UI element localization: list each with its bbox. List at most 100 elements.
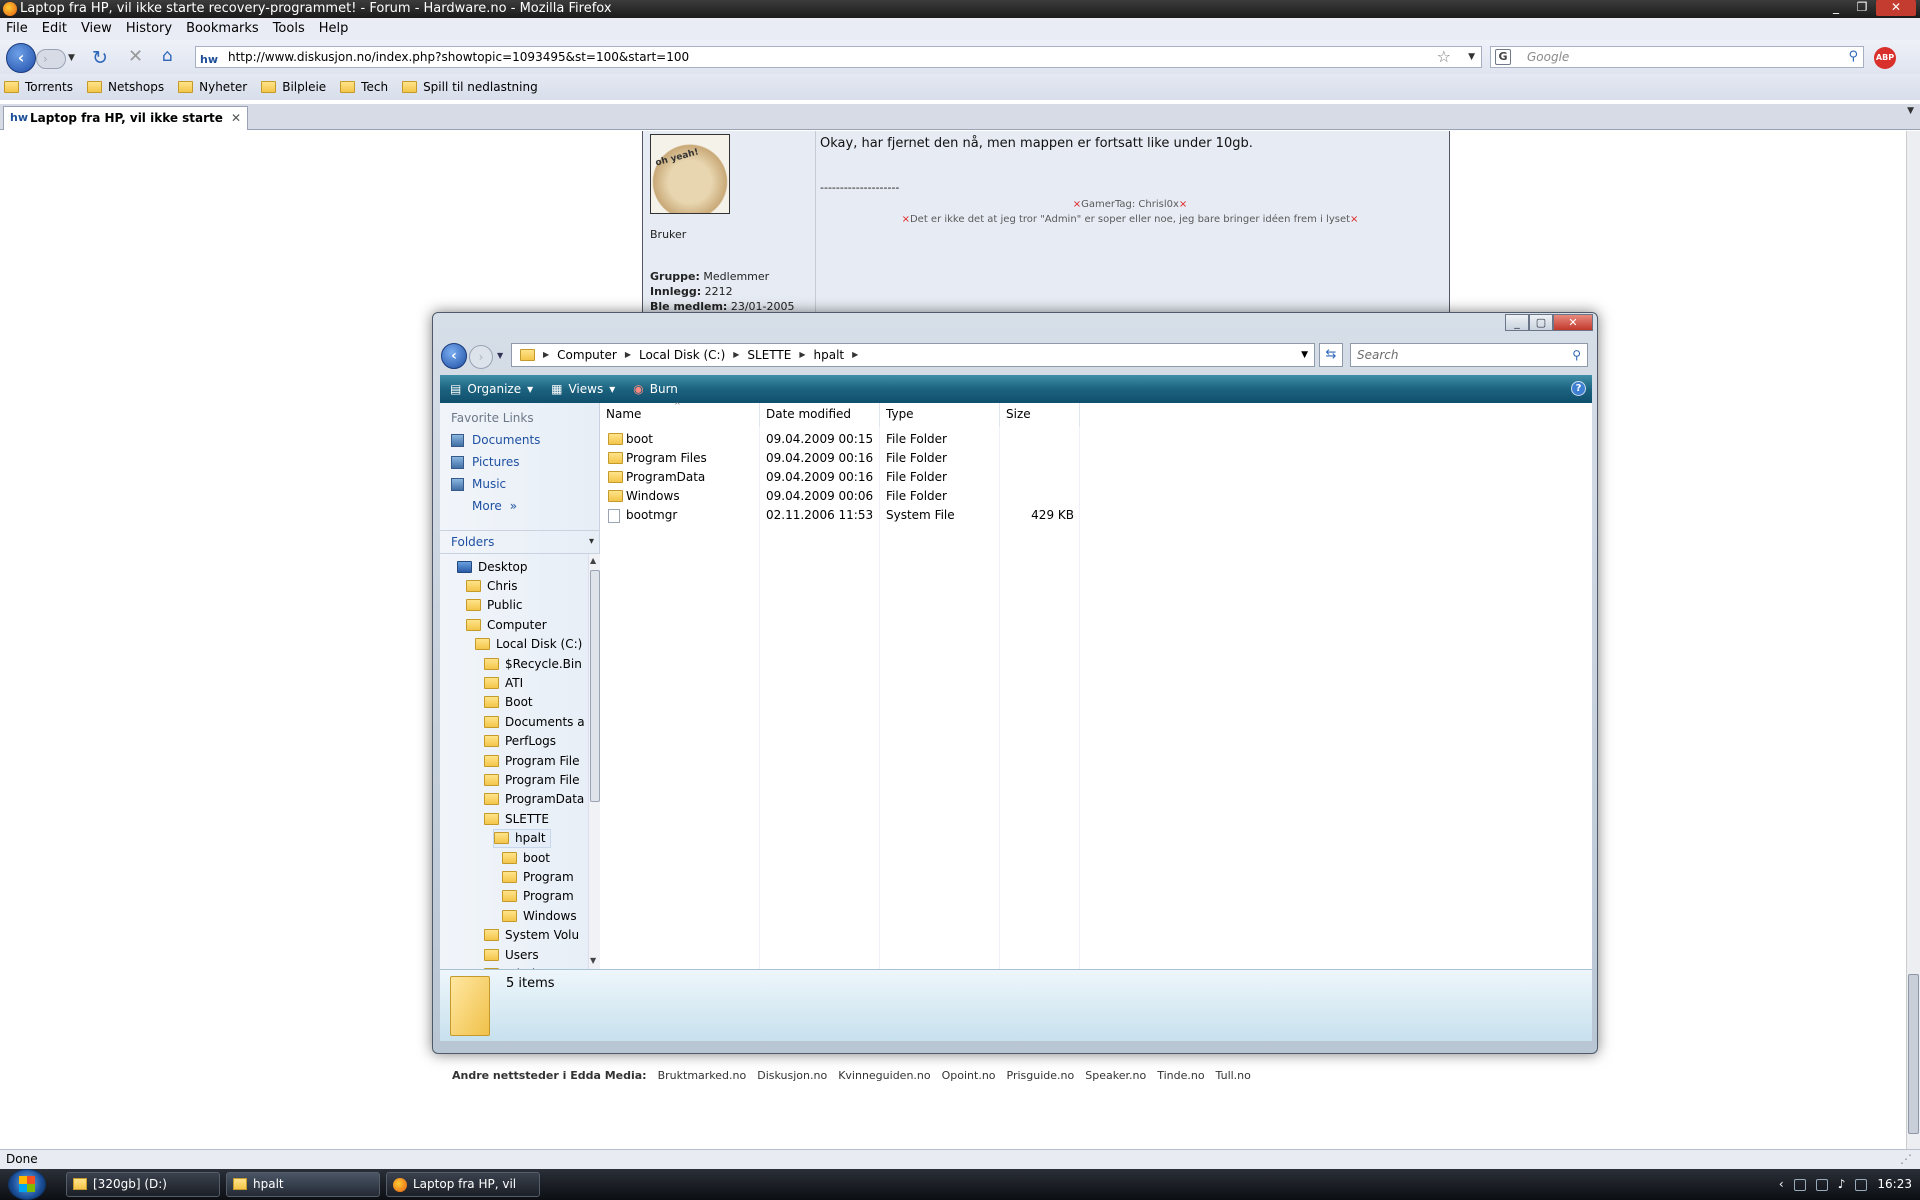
breadcrumb-separator-icon[interactable]: ▶ <box>799 344 805 366</box>
explorer-close-button[interactable]: ✕ <box>1553 314 1593 331</box>
resize-grip-icon[interactable]: ⋰ <box>1900 1150 1912 1169</box>
url-dropdown-icon[interactable]: ▼ <box>1468 47 1475 67</box>
refresh-icon[interactable]: ⇆ <box>1319 343 1343 367</box>
start-button[interactable] <box>8 1169 46 1200</box>
tree-item[interactable]: Local Disk (C:) <box>475 635 582 654</box>
adblock-plus-icon[interactable]: ABP <box>1874 47 1896 69</box>
breadcrumb-slette[interactable]: SLETTE <box>747 344 791 366</box>
menu-view[interactable]: View <box>81 18 112 40</box>
column-name[interactable]: ^ Name <box>600 401 760 427</box>
scrollbar-thumb[interactable] <box>590 570 600 802</box>
tree-item[interactable]: PerfLogs <box>484 732 556 751</box>
tree-item[interactable]: $Recycle.Bin <box>484 654 582 673</box>
scroll-up-icon[interactable]: ▲ <box>590 556 596 565</box>
column-size[interactable]: Size <box>1000 403 1080 427</box>
breadcrumb-hpalt[interactable]: hpalt <box>814 344 845 366</box>
footer-link[interactable]: Prisguide.no <box>1007 1069 1075 1082</box>
favorite-documents[interactable]: Documents <box>451 433 540 447</box>
bookmark-folder[interactable]: Tech <box>340 74 388 100</box>
tree-item[interactable]: Documents a <box>484 712 585 731</box>
tree-item[interactable]: Boot <box>484 693 533 712</box>
bookmark-folder[interactable]: Netshops <box>86 74 164 100</box>
organize-button[interactable]: ▤ Organize ▾ <box>450 375 533 403</box>
home-icon[interactable]: ⌂ <box>162 46 173 66</box>
favorite-pictures[interactable]: Pictures <box>451 455 520 469</box>
favorite-music[interactable]: Music <box>451 477 506 491</box>
forward-button[interactable]: › <box>36 49 66 69</box>
breadcrumb-separator-icon[interactable]: ▶ <box>733 344 739 366</box>
tree-item[interactable]: boot <box>502 848 550 867</box>
clock[interactable]: 16:23 <box>1877 1169 1912 1200</box>
maximize-button[interactable]: ❐ <box>1850 0 1874 16</box>
volume-icon[interactable]: ♪ <box>1838 1169 1846 1200</box>
tree-item[interactable]: ProgramData <box>484 790 584 809</box>
column-type[interactable]: Type <box>880 403 1000 427</box>
menu-history[interactable]: History <box>126 18 172 40</box>
minimize-button[interactable]: _ <box>1824 0 1848 16</box>
breadcrumb-separator-icon[interactable]: ▶ <box>625 344 631 366</box>
stop-icon[interactable]: ✕ <box>128 46 143 67</box>
close-button[interactable]: ✕ <box>1876 0 1916 16</box>
explorer-back-button[interactable]: ‹ <box>441 343 467 369</box>
file-row[interactable]: boot 09.04.2009 00:15 File Folder <box>600 430 1592 449</box>
tree-item[interactable]: ATI <box>484 673 523 692</box>
menu-bookmarks[interactable]: Bookmarks <box>186 18 259 40</box>
footer-link[interactable]: Tull.no <box>1216 1069 1251 1082</box>
security-shield-icon[interactable] <box>1793 1178 1806 1191</box>
tree-item[interactable]: Program File <box>484 770 580 789</box>
footer-link[interactable]: Speaker.no <box>1085 1069 1146 1082</box>
url-text[interactable]: http://www.diskusjon.no/index.php?showto… <box>228 50 689 64</box>
tree-item[interactable]: Program File <box>484 751 580 770</box>
menu-tools[interactable]: Tools <box>273 18 305 40</box>
views-button[interactable]: ▦ Views ▾ <box>551 375 615 403</box>
page-scrollbar[interactable] <box>1906 131 1920 1149</box>
user-avatar[interactable]: oh yeah! <box>650 134 730 214</box>
help-icon[interactable]: ? <box>1571 381 1586 396</box>
scrollbar-thumb[interactable] <box>1908 974 1919 1134</box>
tab-list-dropdown-icon[interactable]: ▼ <box>1907 106 1914 116</box>
search-icon[interactable]: ⚲ <box>1572 344 1581 366</box>
tree-item[interactable]: Windows <box>502 906 577 925</box>
web-search-input[interactable]: G Google ⚲ <box>1490 46 1864 68</box>
tree-item[interactable]: System Volu <box>484 926 579 945</box>
footer-link[interactable]: Kvinneguiden.no <box>838 1069 930 1082</box>
explorer-maximize-button[interactable]: ▢ <box>1529 314 1553 331</box>
breadcrumb-computer[interactable]: Computer <box>557 344 617 366</box>
explorer-forward-button[interactable]: › <box>469 345 493 369</box>
reload-icon[interactable]: ↻ <box>92 47 108 69</box>
tree-item[interactable]: Chris <box>466 576 518 595</box>
footer-link[interactable]: Tinde.no <box>1157 1069 1204 1082</box>
tree-item[interactable]: Desktop <box>457 557 528 576</box>
taskbar-button-320gb[interactable]: [320gb] (D:) <box>66 1172 220 1197</box>
tree-item[interactable]: Users <box>484 945 539 964</box>
folders-header[interactable]: Folders ▾ <box>440 530 600 554</box>
footer-link[interactable]: Bruktmarked.no <box>658 1069 747 1082</box>
bookmark-folder[interactable]: Bilpleie <box>261 74 326 100</box>
column-date-modified[interactable]: Date modified <box>760 403 880 427</box>
bookmark-star-icon[interactable]: ☆ <box>1437 47 1451 67</box>
folder-tree-scrollbar[interactable]: ▲ ▼ <box>588 554 600 969</box>
tree-item[interactable]: hpalt <box>493 828 551 848</box>
menu-help[interactable]: Help <box>319 18 349 40</box>
taskbar-button-hpalt[interactable]: hpalt <box>226 1172 380 1197</box>
breadcrumb-separator-icon[interactable]: ▶ <box>852 344 858 366</box>
menu-edit[interactable]: Edit <box>42 18 67 40</box>
address-dropdown-icon[interactable]: ▼ <box>1301 344 1308 366</box>
file-row[interactable]: Windows 09.04.2009 00:06 File Folder <box>600 487 1592 506</box>
bookmark-folder[interactable]: Torrents <box>4 74 73 100</box>
network-icon[interactable] <box>1815 1178 1828 1191</box>
tab-forum[interactable]: hw Laptop fra HP, vil ikke starte reco..… <box>3 106 248 147</box>
explorer-search-input[interactable]: Search ⚲ <box>1350 343 1588 367</box>
footer-link[interactable]: Opoint.no <box>942 1069 996 1082</box>
history-dropdown-icon[interactable]: ▼ <box>68 53 75 63</box>
tray-expand-icon[interactable]: ‹ <box>1779 1169 1784 1200</box>
scroll-down-icon[interactable]: ▼ <box>590 956 596 965</box>
recent-pages-dropdown-icon[interactable]: ▼ <box>497 351 503 360</box>
tree-item[interactable]: SLETTE <box>484 809 549 828</box>
address-bar[interactable]: ▶ Computer ▶ Local Disk (C:) ▶ SLETTE ▶ … <box>511 343 1315 367</box>
breadcrumb-local-disk[interactable]: Local Disk (C:) <box>639 344 725 366</box>
file-row[interactable]: ProgramData 09.04.2009 00:16 File Folder <box>600 468 1592 487</box>
footer-link[interactable]: Diskusjon.no <box>757 1069 827 1082</box>
burn-button[interactable]: ◉ Burn <box>633 375 678 403</box>
taskbar-button-firefox[interactable]: Laptop fra HP, vil ikk... <box>386 1172 540 1197</box>
